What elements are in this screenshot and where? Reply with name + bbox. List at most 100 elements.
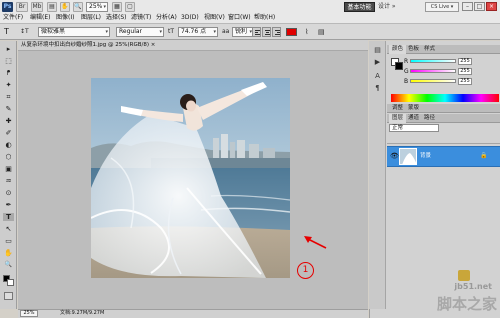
channel-r-slider[interactable]	[410, 59, 456, 63]
tab-paths[interactable]: 路径	[421, 114, 438, 123]
font-size-field[interactable]: 74.76 点 ▾	[178, 27, 218, 37]
background-color-swatch[interactable]	[7, 279, 14, 286]
channel-b-slider[interactable]	[410, 79, 456, 83]
lasso-tool-icon[interactable]: ᖰ	[3, 69, 14, 77]
hand-tool-icon[interactable]: ✋	[60, 2, 70, 12]
font-style-select[interactable]: Regular ▾	[116, 27, 164, 37]
align-left-icon[interactable]	[252, 27, 261, 37]
menu-analysis[interactable]: 分析(A)	[156, 13, 177, 23]
arrange-documents-icon[interactable]: ▦	[112, 2, 122, 12]
healing-brush-tool-icon[interactable]: ✚	[3, 117, 14, 125]
panel-background-swatch[interactable]	[395, 62, 403, 70]
channel-r-value[interactable]: 255	[458, 58, 472, 65]
clone-stamp-tool-icon[interactable]: ◐	[3, 141, 14, 149]
warp-text-icon[interactable]: ⌇	[305, 27, 308, 37]
font-style-value: Regular	[119, 28, 143, 35]
tab-channels[interactable]: 通道	[405, 114, 422, 123]
zoom-tool-icon-2[interactable]: 🔍	[3, 261, 14, 269]
menu-layer[interactable]: 图层(L)	[81, 13, 101, 23]
antialias-select[interactable]: 锐利 ▾	[232, 27, 254, 37]
paragraph-panel-icon[interactable]: ¶	[372, 84, 383, 93]
crop-tool-icon[interactable]: ⌗	[3, 93, 14, 101]
menu-window[interactable]: 窗口(W)	[228, 13, 251, 23]
site-logo	[458, 270, 470, 281]
tab-adjustments[interactable]: 调整	[389, 104, 406, 113]
channel-b-label: B	[404, 78, 409, 85]
view-extras-icon[interactable]: ▤	[47, 2, 57, 12]
photoshop-logo: Ps	[2, 2, 13, 12]
blend-mode-select[interactable]: 正常	[389, 124, 439, 132]
tab-masks[interactable]: 蒙版	[405, 104, 422, 113]
tab-color[interactable]: 颜色	[389, 45, 407, 54]
workspace-basic-button[interactable]: 基本功能	[344, 2, 375, 12]
layer-lock-icon: 🔒	[480, 152, 488, 159]
watermark-url: jb51.net	[454, 282, 492, 291]
layer-visibility-eye-icon[interactable]: 👁	[390, 152, 399, 160]
font-family-select[interactable]: 微软雅黑 ▾	[38, 27, 110, 37]
history-panel-icon[interactable]: ▤	[372, 46, 383, 55]
type-tool-icon[interactable]: T	[3, 213, 14, 221]
maximize-icon[interactable]: □	[474, 2, 485, 11]
hand-tool-icon-2[interactable]: ✋	[3, 249, 14, 257]
brush-tool-icon[interactable]: ✐	[3, 129, 14, 137]
annotation-number-badge: 1	[297, 262, 314, 279]
menu-edit[interactable]: 编辑(E)	[30, 13, 50, 23]
blend-mode-value: 正常	[392, 125, 404, 131]
marquee-tool-icon[interactable]: ⬚	[3, 57, 14, 65]
actions-panel-icon[interactable]: ▶	[372, 58, 383, 67]
history-brush-tool-icon[interactable]: ⬡	[3, 153, 14, 161]
color-spectrum-bar[interactable]	[391, 94, 499, 102]
screen-mode-icon[interactable]: ▢	[125, 2, 135, 12]
bridge-button[interactable]: Br	[16, 2, 28, 12]
menu-filter[interactable]: 滤镜(T)	[131, 13, 151, 23]
menu-select[interactable]: 选择(S)	[106, 13, 127, 23]
antialias-icon: aa	[222, 28, 230, 35]
quick-selection-tool-icon[interactable]: ✦	[3, 81, 14, 89]
antialias-value: 锐利	[235, 28, 248, 35]
workspace-design-button[interactable]: 设计 »	[378, 2, 396, 12]
status-zoom-field[interactable]: 25%	[20, 310, 38, 317]
menu-file[interactable]: 文件(F)	[3, 13, 23, 23]
pen-tool-icon[interactable]: ✒	[3, 201, 14, 209]
close-icon[interactable]: ×	[486, 2, 497, 11]
text-color-swatch[interactable]	[286, 28, 297, 36]
menu-view[interactable]: 视图(V)	[204, 13, 225, 23]
minimize-icon[interactable]: –	[462, 2, 473, 11]
layer-name: 背景	[420, 153, 432, 159]
menu-3d[interactable]: 3D(D)	[181, 13, 199, 23]
character-panel-icon[interactable]: ▤	[318, 27, 325, 37]
dodge-tool-icon[interactable]: ⊙	[3, 189, 14, 197]
tab-layers[interactable]: 图层	[389, 114, 407, 123]
zoom-level-field[interactable]: 25% ▾	[86, 2, 108, 12]
tab-styles[interactable]: 样式	[421, 45, 438, 54]
channel-g-slider[interactable]	[410, 69, 456, 73]
text-orientation-icon[interactable]: ↕T	[20, 27, 29, 37]
bride-photo	[91, 78, 290, 278]
align-center-icon[interactable]	[262, 27, 271, 37]
channel-g-value[interactable]: 255	[458, 68, 472, 75]
document-tab-title: 从复杂环境中扣出白纱婚纱照1.jpg @ 25%(RGB/8) ×	[21, 42, 156, 48]
annotation-arrow	[304, 236, 327, 249]
move-tool-icon[interactable]: ▸	[3, 45, 14, 53]
layer-thumbnail	[399, 148, 417, 165]
quick-mask-icon[interactable]	[4, 292, 13, 300]
character-panel-strip-icon[interactable]: A	[372, 72, 383, 81]
channel-g-label: G	[404, 68, 409, 75]
channel-b-value[interactable]: 255	[458, 78, 472, 85]
eyedropper-tool-icon[interactable]: ✎	[3, 105, 14, 113]
tab-swatches[interactable]: 色板	[405, 45, 422, 54]
channel-r-label: R	[404, 58, 409, 65]
eraser-tool-icon[interactable]: ▣	[3, 165, 14, 173]
canvas-image[interactable]	[91, 78, 290, 278]
cs-live-button[interactable]: CS Live ▾	[425, 2, 459, 12]
menu-help[interactable]: 帮助(H)	[254, 13, 275, 23]
shape-tool-icon[interactable]: ▭	[3, 237, 14, 245]
watermark-site-name: 脚本之家	[436, 295, 497, 313]
menu-image[interactable]: 图像(I)	[56, 13, 74, 23]
zoom-tool-icon[interactable]: 🔍	[73, 2, 83, 12]
mini-bridge-button[interactable]: Mb	[31, 2, 43, 12]
gradient-tool-icon[interactable]: ♒	[3, 177, 14, 185]
path-selection-tool-icon[interactable]: ↖	[3, 225, 14, 233]
align-right-icon[interactable]	[272, 27, 281, 37]
text-tool-preset-icon[interactable]: T	[4, 27, 9, 37]
